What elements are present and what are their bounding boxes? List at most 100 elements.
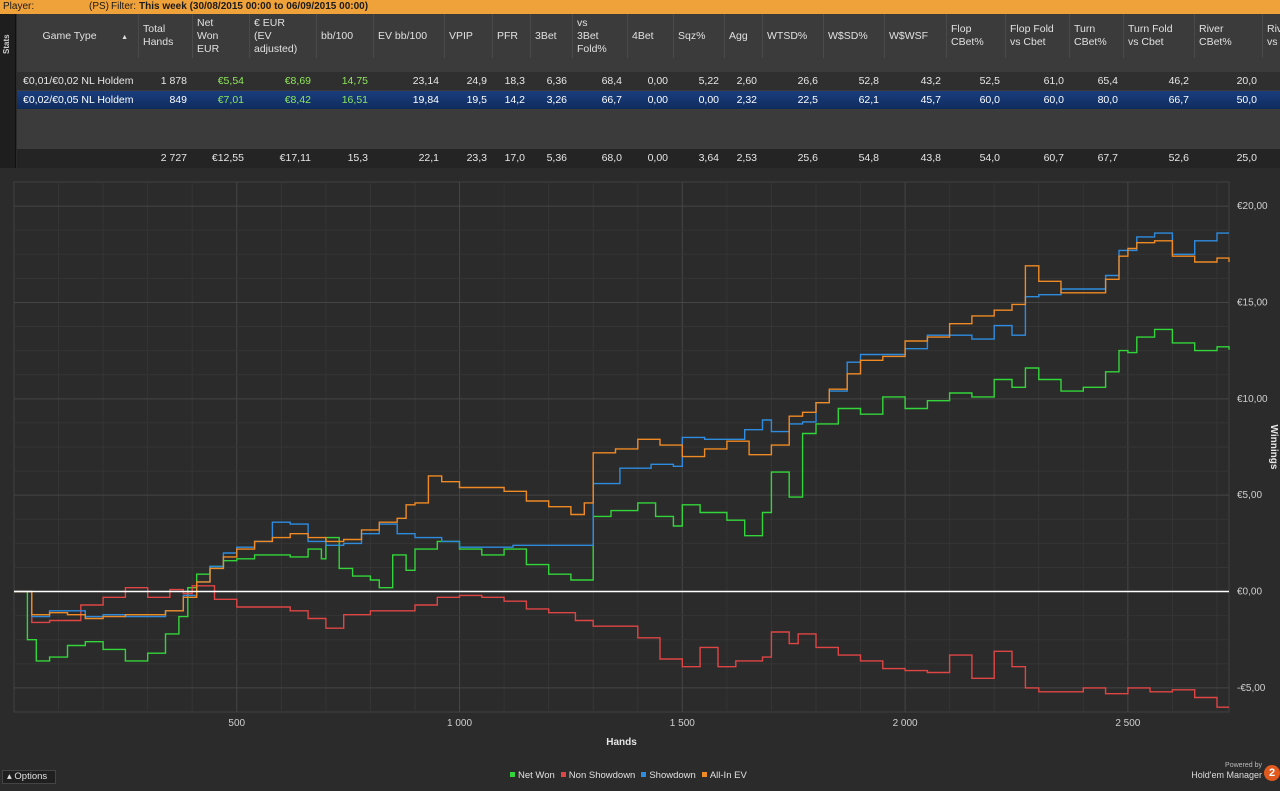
brand-name: Hold'em Manager bbox=[1191, 770, 1262, 780]
column-header-river-cbet[interactable]: River CBet% bbox=[1195, 14, 1263, 58]
column-header-wtsd[interactable]: WTSD% bbox=[763, 14, 824, 58]
cell-wtsd: 26,6 bbox=[797, 75, 818, 87]
stats-side-tab-label: Stats bbox=[2, 34, 11, 54]
cell-river-fold-vs-cbet bbox=[1263, 91, 1280, 109]
cell-flop-fold-vs-cbet: 60,0 bbox=[1043, 94, 1064, 106]
cell-wsd: 52,8 bbox=[858, 75, 879, 87]
cell-4bet: 0,00 bbox=[647, 152, 668, 164]
cell-wwsf: 43,8 bbox=[920, 152, 941, 164]
cell-vs-3bet-fold: 68,0 bbox=[601, 152, 622, 164]
legend-item[interactable]: All-In EV bbox=[701, 770, 747, 781]
cell-total-hands: 849 bbox=[169, 94, 187, 106]
cell-river-fold-vs-cbet bbox=[1263, 72, 1280, 90]
column-header-ev-adjusted[interactable]: € EUR (EV adjusted) bbox=[250, 14, 317, 58]
powered-by-text: Powered by bbox=[1225, 762, 1262, 769]
cell-wtsd: 22,5 bbox=[797, 94, 818, 106]
column-header-turn-cbet[interactable]: Turn CBet% bbox=[1070, 14, 1124, 58]
winnings-graph: 500 1 000 1 500 2 000 2 500 -€5,00 €0,00 €5,00 €… bbox=[0, 168, 1280, 788]
column-header-game-type[interactable]: Game Type ▲ bbox=[17, 14, 139, 58]
column-header-agg[interactable]: Agg bbox=[725, 14, 763, 58]
column-header-total-hands[interactable]: Total Hands bbox=[139, 14, 193, 58]
cell-wwsf: 43,2 bbox=[920, 75, 941, 87]
legend-label: Net Won bbox=[518, 770, 555, 781]
cell-4bet: 0,00 bbox=[647, 75, 668, 87]
cell-turn-cbet: 67,7 bbox=[1097, 152, 1118, 164]
cell-flop-fold-vs-cbet: 61,0 bbox=[1043, 75, 1064, 87]
cell-4bet: 0,00 bbox=[647, 94, 668, 106]
column-header-flop-cbet[interactable]: Flop CBet% bbox=[947, 14, 1006, 58]
sort-ascending-icon: ▲ bbox=[121, 34, 128, 41]
column-header-flop-fold-vs-cbet[interactable]: Flop Fold vs Cbet bbox=[1006, 14, 1070, 58]
legend-label: All-In EV bbox=[709, 770, 747, 781]
cell-flop-cbet: 52,5 bbox=[979, 75, 1000, 87]
cell-vpip: 24,9 bbox=[466, 75, 487, 87]
column-header-pfr[interactable]: PFR bbox=[493, 14, 531, 58]
cell-game-type: €0,02/€0,05 NL Holdem bbox=[23, 94, 134, 106]
column-header-wwsf[interactable]: W$WSF bbox=[885, 14, 947, 58]
y-tick-label: -€5,00 bbox=[1237, 683, 1266, 694]
column-header-4bet[interactable]: 4Bet bbox=[628, 14, 674, 58]
cell-vs-3bet-fold: 66,7 bbox=[601, 94, 622, 106]
cell-agg: 2,53 bbox=[736, 152, 757, 164]
table-row[interactable]: €0,02/€0,05 NL Holdem 849 €7,01 €8,42 16,51 1… bbox=[17, 91, 1280, 109]
y-axis-label: Winnings bbox=[1268, 425, 1279, 470]
column-header-3bet[interactable]: 3Bet bbox=[531, 14, 573, 58]
totals-row[interactable]: 2 727 €12,55 €17,11 15,3 22,1 23,3 17,0 5,36 68,… bbox=[17, 149, 1280, 168]
filter-label: Filter: bbox=[111, 1, 136, 12]
cell-vpip: 23,3 bbox=[466, 152, 487, 164]
cell-pfr: 17,0 bbox=[504, 152, 525, 164]
y-tick-label: €0,00 bbox=[1237, 587, 1262, 598]
cell-wsd: 54,8 bbox=[858, 152, 879, 164]
column-header-sqz[interactable]: Sqz% bbox=[674, 14, 725, 58]
x-tick-label: 2 000 bbox=[893, 718, 918, 729]
x-axis-label: Hands bbox=[606, 737, 637, 748]
cell-flop-cbet: 60,0 bbox=[979, 94, 1000, 106]
x-tick-label: 1 000 bbox=[447, 718, 472, 729]
cell-turn-cbet: 80,0 bbox=[1097, 94, 1118, 106]
cell-pfr: 14,2 bbox=[504, 94, 525, 106]
stats-table: Game Type ▲ Total Hands Net Won EUR € EUR (E… bbox=[17, 14, 1280, 168]
column-header-vpip[interactable]: VPIP bbox=[445, 14, 493, 58]
table-row[interactable]: €0,01/€0,02 NL Holdem 1 878 €5,54 €8,69 14,7… bbox=[17, 72, 1280, 90]
cell-ev-bb-100: 22,1 bbox=[418, 152, 439, 164]
column-header-vs-3bet-fold[interactable]: vs 3Bet Fold% bbox=[573, 14, 628, 58]
legend-label: Showdown bbox=[649, 770, 696, 781]
cell-ev-bb-100: 23,14 bbox=[412, 75, 439, 87]
stats-side-tab[interactable]: Stats bbox=[0, 14, 16, 168]
branding: Powered by Hold'em Manager 2 bbox=[1180, 760, 1280, 788]
cell-agg: 2,60 bbox=[736, 75, 757, 87]
cell-3bet: 5,36 bbox=[546, 152, 567, 164]
legend-item[interactable]: Showdown bbox=[641, 770, 696, 781]
column-header-bb-100[interactable]: bb/100 bbox=[317, 14, 374, 58]
cell-ev-adjusted: €8,69 bbox=[284, 75, 311, 87]
cell-game-type: €0,01/€0,02 NL Holdem bbox=[23, 75, 134, 87]
cell-agg: 2,32 bbox=[736, 94, 757, 106]
column-header-net-won[interactable]: Net Won EUR bbox=[193, 14, 250, 58]
cell-3bet: 6,36 bbox=[546, 75, 567, 87]
legend-label: Non Showdown bbox=[568, 770, 636, 781]
legend-swatch-icon bbox=[701, 771, 707, 777]
options-button[interactable]: ▴ Options bbox=[2, 770, 56, 784]
column-header-wsd[interactable]: W$SD% bbox=[824, 14, 885, 58]
cell-sqz: 3,64 bbox=[698, 152, 719, 164]
filter-value[interactable]: This week (30/08/2015 00:00 to 06/09/201… bbox=[139, 0, 368, 14]
cell-river-cbet: 20,0 bbox=[1236, 75, 1257, 87]
x-tick-label: 2 500 bbox=[1115, 718, 1140, 729]
cell-river-cbet: 25,0 bbox=[1236, 152, 1257, 164]
legend-item[interactable]: Net Won bbox=[510, 770, 555, 781]
column-header-ev-bb-100[interactable]: EV bb/100 bbox=[374, 14, 445, 58]
cell-sqz: 5,22 bbox=[698, 75, 719, 87]
y-tick-label: €5,00 bbox=[1237, 490, 1262, 501]
winnings-chart: 500 1 000 1 500 2 000 2 500 -€5,00 €0,00 €5,00 €… bbox=[13, 181, 1279, 748]
legend-item[interactable]: Non Showdown bbox=[560, 770, 636, 781]
cell-total-hands: 1 878 bbox=[160, 75, 187, 87]
x-tick-label: 1 500 bbox=[670, 718, 695, 729]
column-header-river-fold-vs-cbet[interactable]: Rive vs C bbox=[1263, 14, 1280, 58]
cell-turn-cbet: 65,4 bbox=[1097, 75, 1118, 87]
y-tick-label: €10,00 bbox=[1237, 394, 1268, 405]
x-tick-label: 500 bbox=[228, 718, 245, 729]
column-header-turn-fold-vs-cbet[interactable]: Turn Fold vs Cbet bbox=[1124, 14, 1195, 58]
y-tick-label: €20,00 bbox=[1237, 201, 1268, 212]
cell-wsd: 62,1 bbox=[858, 94, 879, 106]
cell-pfr: 18,3 bbox=[504, 75, 525, 87]
